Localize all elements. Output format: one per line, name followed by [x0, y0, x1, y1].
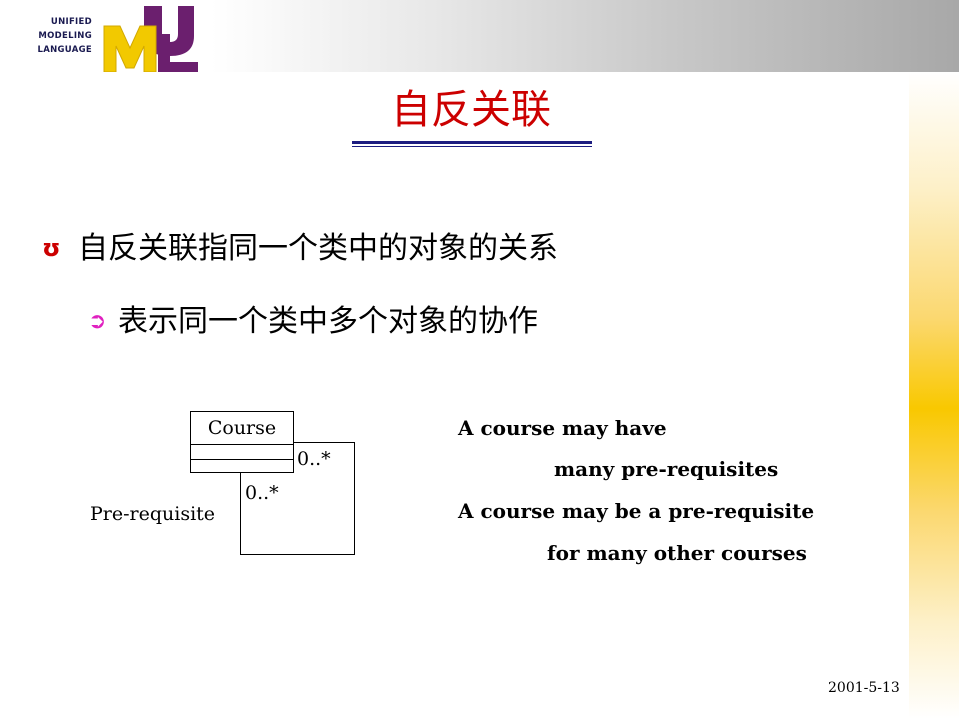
- note-line-4: for many other courses: [547, 541, 807, 565]
- arrow-bullet-icon: ➲: [88, 309, 107, 334]
- class-attributes-compartment: [191, 445, 293, 460]
- logo-line-unified: UNIFIED: [50, 17, 92, 27]
- title-underline-thin: [352, 146, 592, 147]
- note-line-3: A course may be a pre-requisite: [458, 499, 815, 523]
- bullet-marker-icon: ʊ: [42, 234, 61, 262]
- note-line-2: many pre-requisites: [554, 457, 779, 481]
- bullet-sub-text: 表示同一个类中多个对象的协作: [118, 304, 538, 339]
- slide-title: 自反关联: [391, 87, 551, 133]
- bullet-main: ʊ 自反关联指同一个类中的对象的关系: [42, 226, 558, 271]
- decorative-side-band: [909, 72, 959, 719]
- logo-line-language: LANGUAGE: [37, 45, 92, 55]
- role-name: Pre-requisite: [90, 503, 216, 525]
- multiplicity-top: 0..*: [297, 448, 331, 470]
- class-name: Course: [191, 412, 293, 445]
- multiplicity-left: 0..*: [245, 482, 279, 504]
- bullet-sub: ➲ 表示同一个类中多个对象的协作: [88, 300, 538, 344]
- title-underline-thick: [352, 141, 592, 144]
- note-line-1: A course may have: [458, 416, 667, 440]
- bullet-main-text: 自反关联指同一个类中的对象的关系: [78, 231, 558, 266]
- uml-logo-text: UNIFIED MODELING LANGUAGE: [30, 15, 92, 57]
- uml-logo-icon: [103, 6, 198, 72]
- logo-line-modeling: MODELING: [38, 31, 92, 41]
- slide-date: 2001-5-13: [828, 680, 900, 696]
- uml-class-box: Course: [190, 411, 294, 473]
